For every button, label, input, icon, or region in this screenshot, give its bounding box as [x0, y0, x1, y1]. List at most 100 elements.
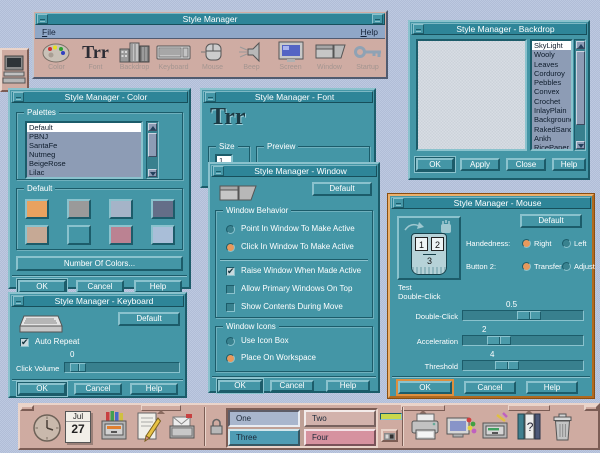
number-of-colors-button[interactable]: Number Of Colors... [16, 256, 183, 271]
default-button[interactable]: Default [520, 214, 582, 228]
desktop-workstation-icon[interactable] [0, 48, 29, 92]
palette-scrollbar[interactable] [146, 121, 159, 179]
radio-place-on-workspace[interactable] [226, 354, 235, 363]
cancel-button[interactable]: Cancel [74, 383, 122, 395]
slider-thumb[interactable] [70, 363, 86, 372]
list-item[interactable]: BeigeRose [27, 159, 141, 168]
window-menu-button[interactable] [413, 24, 424, 34]
check-raise-window[interactable] [226, 267, 235, 276]
list-item[interactable]: Lilac [27, 168, 141, 177]
launcher-color[interactable]: Color [37, 39, 76, 77]
list-item[interactable]: SkyLight [532, 41, 571, 50]
color-swatch[interactable] [25, 225, 49, 245]
radio-button2-adjust[interactable] [562, 262, 571, 271]
applications-control[interactable] [480, 411, 510, 445]
launcher-keyboard[interactable]: Keyboard [154, 39, 193, 77]
backdrop-list[interactable]: SkyLight Wooly Leaves Corduroy Pebbles C… [530, 39, 573, 151]
help-button[interactable]: Help [130, 383, 178, 395]
radio-click-in-window[interactable] [226, 243, 235, 252]
list-item[interactable]: PBNJ [27, 132, 141, 141]
check-primary-on-top[interactable] [226, 285, 235, 294]
launcher-beep[interactable]: Beep [232, 39, 271, 77]
mail-control[interactable] [167, 409, 197, 445]
scroll-up-icon[interactable] [576, 41, 585, 49]
scroll-thumb[interactable] [576, 51, 585, 125]
double-click-slider[interactable] [462, 310, 584, 321]
ok-button[interactable]: OK [416, 158, 454, 171]
panel-handle-right[interactable] [584, 405, 598, 411]
text-editor-control[interactable] [133, 409, 163, 445]
color-swatch[interactable] [109, 199, 133, 219]
scroll-up-icon[interactable] [148, 123, 157, 131]
list-item[interactable]: InlayPlain [532, 106, 571, 115]
apply-button[interactable]: Apply [460, 158, 500, 171]
mouse-test-panel[interactable]: 1 2 3 [397, 216, 461, 280]
list-item[interactable]: RakedSand [532, 125, 571, 134]
calendar-control[interactable]: Jul 27 [65, 411, 91, 443]
window-menu-button[interactable] [393, 198, 404, 208]
cancel-button[interactable]: Cancel [270, 380, 314, 392]
help-button[interactable]: Help [526, 381, 578, 394]
radio-button2-transfer[interactable] [522, 262, 531, 271]
threshold-slider[interactable] [462, 360, 584, 371]
radio-use-icon-box[interactable] [226, 337, 235, 346]
window-menu-button[interactable] [37, 14, 48, 24]
check-auto-repeat[interactable] [20, 338, 29, 347]
window-menu-button[interactable] [205, 92, 216, 102]
exit-button[interactable] [381, 429, 398, 442]
launcher-font[interactable]: Trr Font [76, 39, 115, 77]
window-menu-button[interactable] [13, 92, 24, 102]
workspace-button-three[interactable]: Three [228, 429, 300, 446]
file-manager-control[interactable] [99, 409, 129, 445]
menu-file[interactable]: File [42, 27, 56, 37]
list-item[interactable]: Default [27, 123, 141, 132]
scroll-down-icon[interactable] [576, 141, 585, 149]
clock-control[interactable] [32, 411, 62, 445]
style-manager-control[interactable] [444, 411, 478, 445]
window-menu-button[interactable] [13, 296, 24, 306]
check-show-contents[interactable] [226, 303, 235, 312]
workspace-button-one[interactable]: One [228, 410, 300, 427]
scroll-thumb[interactable] [148, 133, 157, 157]
color-swatch[interactable] [67, 225, 91, 245]
color-swatch[interactable] [151, 225, 175, 245]
default-button[interactable]: Default [118, 312, 180, 326]
color-swatch[interactable] [67, 199, 91, 219]
lock-control[interactable] [209, 417, 224, 436]
scroll-down-icon[interactable] [148, 169, 157, 177]
workspace-button-four[interactable]: Four [304, 429, 376, 446]
color-swatch[interactable] [25, 199, 49, 219]
cancel-button[interactable]: Cancel [464, 381, 516, 394]
list-item[interactable]: Pebbles [532, 78, 571, 87]
list-item[interactable]: Crochet [532, 97, 571, 106]
list-item[interactable]: Ankh [532, 134, 571, 143]
click-volume-slider[interactable] [64, 362, 180, 373]
list-item[interactable]: Leaves [532, 60, 571, 69]
help-button[interactable]: Help [326, 380, 370, 392]
launcher-backdrop[interactable]: Backdrop [115, 39, 154, 77]
list-item[interactable]: Nutmeg [27, 150, 141, 159]
list-item[interactable]: Background [532, 115, 571, 124]
list-item[interactable]: SantaFe [27, 141, 141, 150]
close-button[interactable]: Close [506, 158, 546, 171]
slider-thumb[interactable] [487, 336, 511, 345]
color-swatch[interactable] [151, 199, 175, 219]
printer-control[interactable] [408, 411, 442, 445]
slider-thumb[interactable] [517, 311, 541, 320]
ok-button[interactable]: OK [398, 381, 452, 394]
palette-list[interactable]: Default PBNJ SantaFe Nutmeg BeigeRose Li… [25, 121, 143, 179]
radio-handedness-left[interactable] [562, 239, 571, 248]
launcher-screen[interactable]: Screen [271, 39, 310, 77]
workspace-button-two[interactable]: Two [304, 410, 376, 427]
ok-button[interactable]: OK [18, 383, 66, 395]
launcher-window[interactable]: Window [310, 39, 349, 77]
ok-button[interactable]: OK [218, 380, 262, 392]
color-swatch[interactable] [109, 225, 133, 245]
menu-help[interactable]: Help [361, 27, 378, 37]
launcher-startup[interactable]: Startup [348, 39, 387, 77]
list-item[interactable]: RicePaper [532, 143, 571, 151]
trash-control[interactable] [550, 411, 576, 445]
window-menu-button[interactable] [213, 166, 224, 176]
radio-point-in-window[interactable] [226, 225, 235, 234]
maximize-button[interactable] [372, 14, 383, 24]
